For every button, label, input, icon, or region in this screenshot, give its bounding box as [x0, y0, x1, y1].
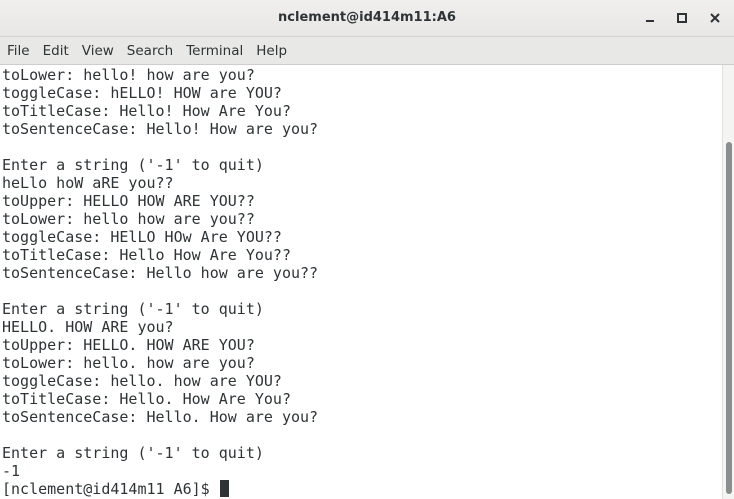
terminal-line: toSentenceCase: Hello how are you?? — [2, 264, 319, 282]
terminal-line: toTitleCase: Hello. How Are You? — [2, 390, 291, 408]
menu-search[interactable]: Search — [121, 37, 179, 65]
menu-help[interactable]: Help — [250, 37, 293, 65]
terminal-output[interactable]: toLower: hello! how are you? toggleCase:… — [0, 65, 722, 499]
menu-terminal[interactable]: Terminal — [180, 37, 249, 65]
terminal-line: toggleCase: HElLO HOw Are YOU?? — [2, 228, 282, 246]
terminal-window: nclement@id414m11:A6 File Edit View Sear… — [0, 0, 734, 499]
maximize-icon — [677, 13, 687, 23]
menu-bar: File Edit View Search Terminal Help — [0, 37, 734, 65]
terminal-line: toTitleCase: Hello! How Are You? — [2, 102, 291, 120]
terminal-line: toUpper: HELLO. HOW ARE YOU? — [2, 336, 255, 354]
shell-prompt: [nclement@id414m11 A6]$ — [2, 480, 219, 498]
terminal-line: toLower: hello. how are you? — [2, 354, 255, 372]
terminal-line: toggleCase: hELLO! HOW are YOU? — [2, 84, 282, 102]
menu-file[interactable]: File — [1, 37, 36, 65]
title-bar[interactable]: nclement@id414m11:A6 — [0, 0, 734, 37]
terminal-line: toSentenceCase: Hello. How are you? — [2, 408, 319, 426]
terminal-line: HELLO. HOW ARE you? — [2, 318, 174, 336]
terminal-line: toLower: hello! how are you? — [2, 66, 255, 84]
terminal-line: heLlo hoW aRE you?? — [2, 174, 174, 192]
scrollbar-thumb[interactable] — [726, 142, 732, 494]
close-icon — [710, 13, 720, 23]
minimize-icon — [646, 20, 654, 22]
terminal-line: toggleCase: hello. how are YOU? — [2, 372, 282, 390]
terminal-line: toLower: hello how are you?? — [2, 210, 255, 228]
terminal-line: toUpper: HELLO HOW ARE YOU?? — [2, 192, 255, 210]
terminal-line: Enter a string ('-1' to quit) — [2, 300, 264, 318]
maximize-button[interactable] — [671, 7, 693, 29]
prompt-line[interactable]: [nclement@id414m11 A6]$ — [2, 480, 318, 498]
terminal-line: -1 — [2, 462, 21, 480]
terminal-line: toTitleCase: Hello How Are You?? — [2, 246, 291, 264]
menu-edit[interactable]: Edit — [37, 37, 75, 65]
close-button[interactable] — [704, 7, 726, 29]
window-title: nclement@id414m11:A6 — [278, 10, 456, 25]
terminal-line: toSentenceCase: Hello! How are you? — [2, 120, 319, 138]
text-cursor — [219, 480, 229, 497]
terminal-line: Enter a string ('-1' to quit) — [2, 156, 264, 174]
minimize-button[interactable] — [639, 7, 661, 29]
menu-view[interactable]: View — [76, 37, 120, 65]
terminal-line: Enter a string ('-1' to quit) — [2, 444, 264, 462]
vertical-scrollbar[interactable] — [722, 65, 734, 499]
terminal-lines: toLower: hello! how are you? toggleCase:… — [2, 66, 318, 498]
